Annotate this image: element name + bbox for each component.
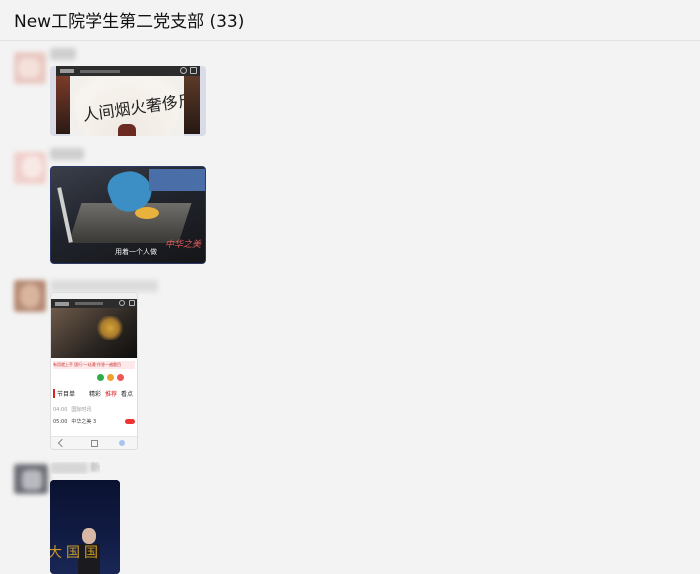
apps-icon — [119, 440, 125, 446]
chat-message: 用着一个人做 中华之美 — [0, 148, 700, 268]
program-tab[interactable]: 看点 — [121, 389, 133, 398]
logo-icon — [60, 69, 74, 73]
share-row — [53, 373, 135, 383]
image-message[interactable]: 有用就上手 国行"一站通"作答一遍题目 节目单 精彩 推荐 看点 04:00 国… — [50, 292, 138, 450]
avatar[interactable] — [14, 152, 46, 184]
home-icon — [91, 440, 98, 447]
avatar[interactable] — [14, 464, 48, 494]
program-tab[interactable]: 推荐 — [105, 389, 117, 398]
sender-name-tail: 新 — [90, 462, 100, 474]
video-overlay-text: 大国国 — [50, 545, 102, 561]
like-icon — [117, 374, 124, 381]
sender-name — [50, 148, 84, 160]
chat-title[interactable]: New工院学生第二党支部 (33) — [14, 7, 244, 32]
url-bar — [75, 302, 103, 305]
image-message[interactable]: 人间烟火奢侈斤 — [50, 66, 206, 136]
glove-sleeve — [149, 169, 205, 191]
search-icon — [180, 67, 187, 74]
fan-image: 人间烟火奢侈斤 — [70, 76, 184, 136]
program-title: 节目单 — [53, 389, 75, 398]
promo-banner: 有用就上手 国行"一站通"作答一遍题目 — [53, 361, 135, 369]
chat-message: 有用就上手 国行"一站通"作答一遍题目 节目单 精彩 推荐 看点 04:00 国… — [0, 276, 700, 456]
logo-icon — [55, 301, 69, 306]
media-toolbar — [51, 299, 137, 308]
sender-name: 新 — [50, 462, 100, 474]
live-badge — [125, 419, 135, 424]
poster-left — [56, 76, 70, 134]
sender-name — [50, 48, 76, 60]
avatar[interactable] — [14, 52, 46, 84]
program-tab[interactable]: 精彩 — [89, 389, 101, 398]
poster-right — [184, 76, 200, 134]
sender-name-blur — [50, 462, 88, 474]
phone-nav-bar — [51, 436, 137, 449]
video-thumbnail — [51, 308, 137, 358]
video-message[interactable]: 大国国 — [50, 480, 120, 574]
chat-header: New工院学生第二党支部 (33) — [0, 0, 700, 41]
program-row[interactable]: 05:00 中华之美 3 — [53, 417, 135, 426]
url-bar — [80, 69, 120, 73]
back-icon — [57, 438, 67, 448]
program-header: 节目单 精彩 推荐 看点 — [53, 389, 135, 398]
video-message[interactable]: 用着一个人做 中华之美 — [50, 166, 206, 264]
media-toolbar — [56, 66, 200, 76]
video-caption: 用着一个人做 — [115, 248, 157, 256]
chat-message: 新 大国国 — [0, 460, 700, 574]
search-icon — [119, 300, 125, 306]
menu-icon — [190, 67, 197, 74]
sender-name — [50, 280, 158, 292]
share-icon — [107, 374, 114, 381]
video-watermark: 中华之美 — [165, 240, 202, 250]
program-row[interactable]: 04:00 国际时讯 — [53, 405, 135, 414]
menu-icon — [129, 300, 135, 306]
chat-message: 人间烟火奢侈斤 — [0, 48, 700, 140]
wechat-icon — [97, 374, 104, 381]
avatar[interactable] — [14, 280, 46, 312]
